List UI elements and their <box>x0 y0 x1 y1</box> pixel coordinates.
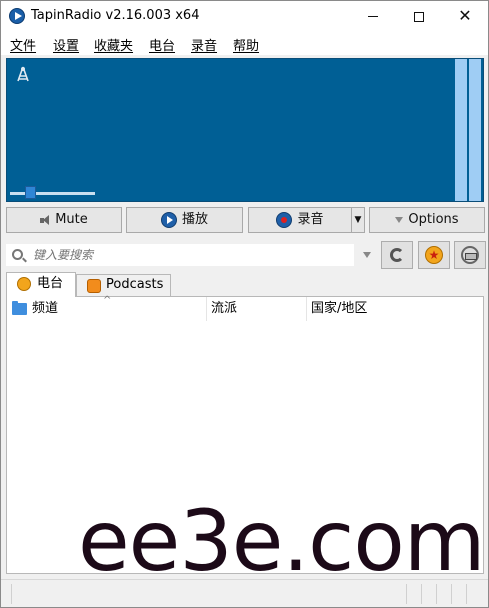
tab-podcasts-label: Podcasts <box>106 277 164 292</box>
search-dropdown-arrow-icon[interactable] <box>363 252 371 258</box>
column-header-genre[interactable]: 流派 <box>207 297 307 321</box>
tab-station-label: 电台 <box>37 276 64 291</box>
folder-icon <box>12 301 27 315</box>
tab-station[interactable]: 电台 <box>6 272 76 297</box>
refresh-button[interactable] <box>381 241 413 269</box>
status-segment-2 <box>406 584 418 604</box>
close-icon: ✕ <box>458 6 472 25</box>
chevron-down-icon: ▼ <box>354 215 362 225</box>
mute-button[interactable]: Mute <box>6 207 122 233</box>
speaker-icon <box>40 214 50 225</box>
status-segment-4 <box>436 584 448 604</box>
star-badge-icon: ★ <box>425 246 443 264</box>
record-dropdown-button[interactable]: ▼ <box>351 207 365 233</box>
app-window: TapinRadio v2.16.003 x64 ✕ 文件 设置 收藏夹 电台 … <box>0 0 489 608</box>
menu-favorites[interactable]: 收藏夹 <box>94 35 133 54</box>
column-channel-label: 频道 <box>32 301 59 316</box>
status-bar <box>1 579 488 607</box>
vu-meter-left <box>455 59 467 201</box>
menu-bar: 文件 设置 收藏夹 电台 录音 帮助 <box>1 31 488 55</box>
star-icon <box>17 277 31 291</box>
options-label: Options <box>408 212 459 227</box>
play-icon <box>160 211 177 228</box>
visualizer-panel <box>6 58 484 202</box>
status-segment-3 <box>421 584 433 604</box>
radio-tower-icon <box>17 66 29 82</box>
rss-icon <box>87 279 101 293</box>
maximize-button[interactable] <box>396 1 442 31</box>
search-icon <box>12 249 23 260</box>
record-button[interactable]: 录音 <box>248 207 352 233</box>
search-box[interactable] <box>6 244 354 266</box>
refresh-icon <box>390 248 404 262</box>
title-bar: TapinRadio v2.16.003 x64 ✕ <box>1 1 488 31</box>
record-label: 录音 <box>297 212 324 227</box>
status-segment-5 <box>451 584 463 604</box>
tab-podcasts[interactable]: Podcasts <box>76 274 171 296</box>
volume-slider-thumb[interactable] <box>24 186 36 199</box>
column-header-country[interactable]: 国家/地区 <box>307 297 483 321</box>
menu-station[interactable]: 电台 <box>149 35 175 54</box>
sort-ascending-icon: ^ <box>103 295 112 306</box>
status-segment-6 <box>466 584 478 604</box>
radio-device-button[interactable] <box>454 241 486 269</box>
column-header-channel[interactable]: ^ 频道 <box>7 295 207 321</box>
dropdown-arrow-icon <box>395 216 404 223</box>
maximize-icon <box>414 11 424 22</box>
menu-file[interactable]: 文件 <box>10 35 36 54</box>
menu-settings[interactable]: 设置 <box>53 35 79 54</box>
play-label: 播放 <box>181 212 208 227</box>
favorites-button[interactable]: ★ <box>418 241 450 269</box>
mute-label: Mute <box>55 212 88 227</box>
status-segment-main <box>11 584 401 604</box>
menu-help[interactable]: 帮助 <box>233 35 259 54</box>
watermark: ee3e.com <box>78 492 486 590</box>
minimize-icon <box>368 16 378 17</box>
tapinradio-logo-icon <box>9 8 25 24</box>
play-button[interactable]: 播放 <box>126 207 243 233</box>
close-button[interactable]: ✕ <box>442 1 488 31</box>
radio-device-icon <box>461 246 479 264</box>
volume-slider-track[interactable] <box>10 192 95 195</box>
search-input[interactable] <box>31 247 349 263</box>
record-icon <box>276 211 293 228</box>
window-title: TapinRadio v2.16.003 x64 <box>31 8 200 23</box>
options-button[interactable]: Options <box>369 207 485 233</box>
vu-meter-right <box>469 59 481 201</box>
minimize-button[interactable] <box>350 1 396 31</box>
menu-record[interactable]: 录音 <box>191 35 217 54</box>
